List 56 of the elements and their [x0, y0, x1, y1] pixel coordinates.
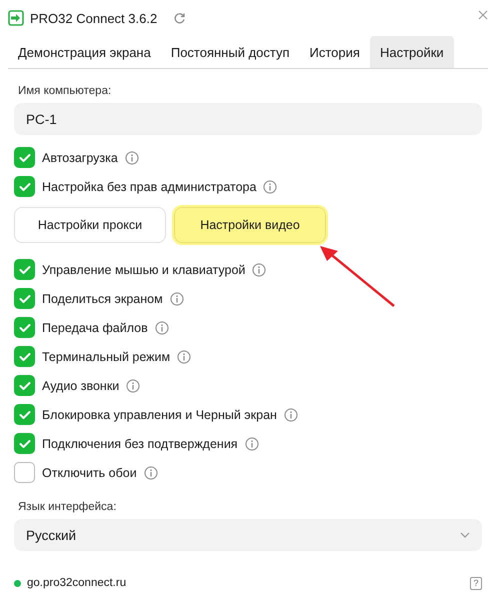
checkbox[interactable] [14, 346, 35, 367]
option-label: Терминальный режим [42, 350, 170, 364]
info-icon[interactable] [177, 350, 192, 364]
checkbox[interactable] [14, 462, 35, 483]
settings-button[interactable]: Настройки видео [174, 207, 326, 243]
info-icon[interactable] [124, 150, 139, 164]
chevron-down-icon [460, 532, 470, 538]
checkmark-icon [18, 294, 30, 304]
tab[interactable]: Демонстрация экрана [8, 36, 161, 68]
option-label: Управление мышью и клавиатурой [42, 262, 246, 276]
settings-button[interactable]: Настройки прокси [14, 207, 166, 243]
option-label: Аудио звонки [42, 378, 120, 392]
computer-name-field[interactable]: PC-1 [14, 103, 482, 135]
checkmark-icon [18, 322, 30, 332]
checkmark-icon [18, 410, 30, 420]
field-label: Имя компьютера: [18, 85, 112, 97]
checkmark-icon [18, 438, 30, 448]
checkbox[interactable] [14, 147, 35, 168]
option-label: Блокировка управления и Черный экран [42, 408, 277, 422]
option-label: Отключить обои [42, 466, 137, 480]
checkbox[interactable] [14, 288, 35, 309]
checkmark-icon [18, 182, 30, 192]
checkmark-icon [18, 152, 30, 162]
checkbox[interactable] [14, 317, 35, 338]
window-title: PRO32 Connect 3.6.2 [30, 10, 158, 26]
info-icon[interactable] [284, 408, 298, 422]
option-label: Поделиться экраном [42, 292, 163, 306]
close-icon[interactable] [478, 10, 488, 20]
info-icon[interactable] [126, 378, 140, 392]
tab[interactable]: Настройки [370, 36, 454, 68]
option-label: Подключения без подтверждения [42, 436, 238, 450]
checkbox[interactable] [14, 176, 35, 197]
checkbox[interactable] [14, 259, 35, 280]
checkbox[interactable] [14, 433, 35, 454]
checkmark-icon [18, 352, 30, 362]
info-icon[interactable] [144, 466, 158, 480]
info-icon[interactable] [170, 292, 184, 306]
option-label: Настройка без прав администратора [42, 180, 256, 194]
server-address: go.pro32connect.ru [27, 577, 126, 589]
info-icon[interactable] [154, 320, 169, 334]
checkmark-icon [18, 380, 30, 390]
checkbox[interactable] [14, 404, 35, 425]
info-icon[interactable] [244, 436, 259, 450]
language-select[interactable]: Русский [14, 519, 482, 551]
tab[interactable]: История [300, 36, 370, 68]
help-icon[interactable]: ? [470, 576, 482, 590]
app-logo-icon [8, 10, 24, 26]
info-icon[interactable] [252, 262, 266, 276]
checkbox[interactable] [14, 375, 35, 396]
option-label: Передача файлов [42, 320, 148, 334]
field-label: Язык интерфейса: [18, 501, 118, 513]
info-icon[interactable] [263, 180, 278, 194]
refresh-icon[interactable] [173, 12, 186, 24]
checkmark-icon [18, 264, 30, 274]
option-label: Автозагрузка [42, 150, 118, 164]
tab[interactable]: Постоянный доступ [160, 36, 300, 68]
